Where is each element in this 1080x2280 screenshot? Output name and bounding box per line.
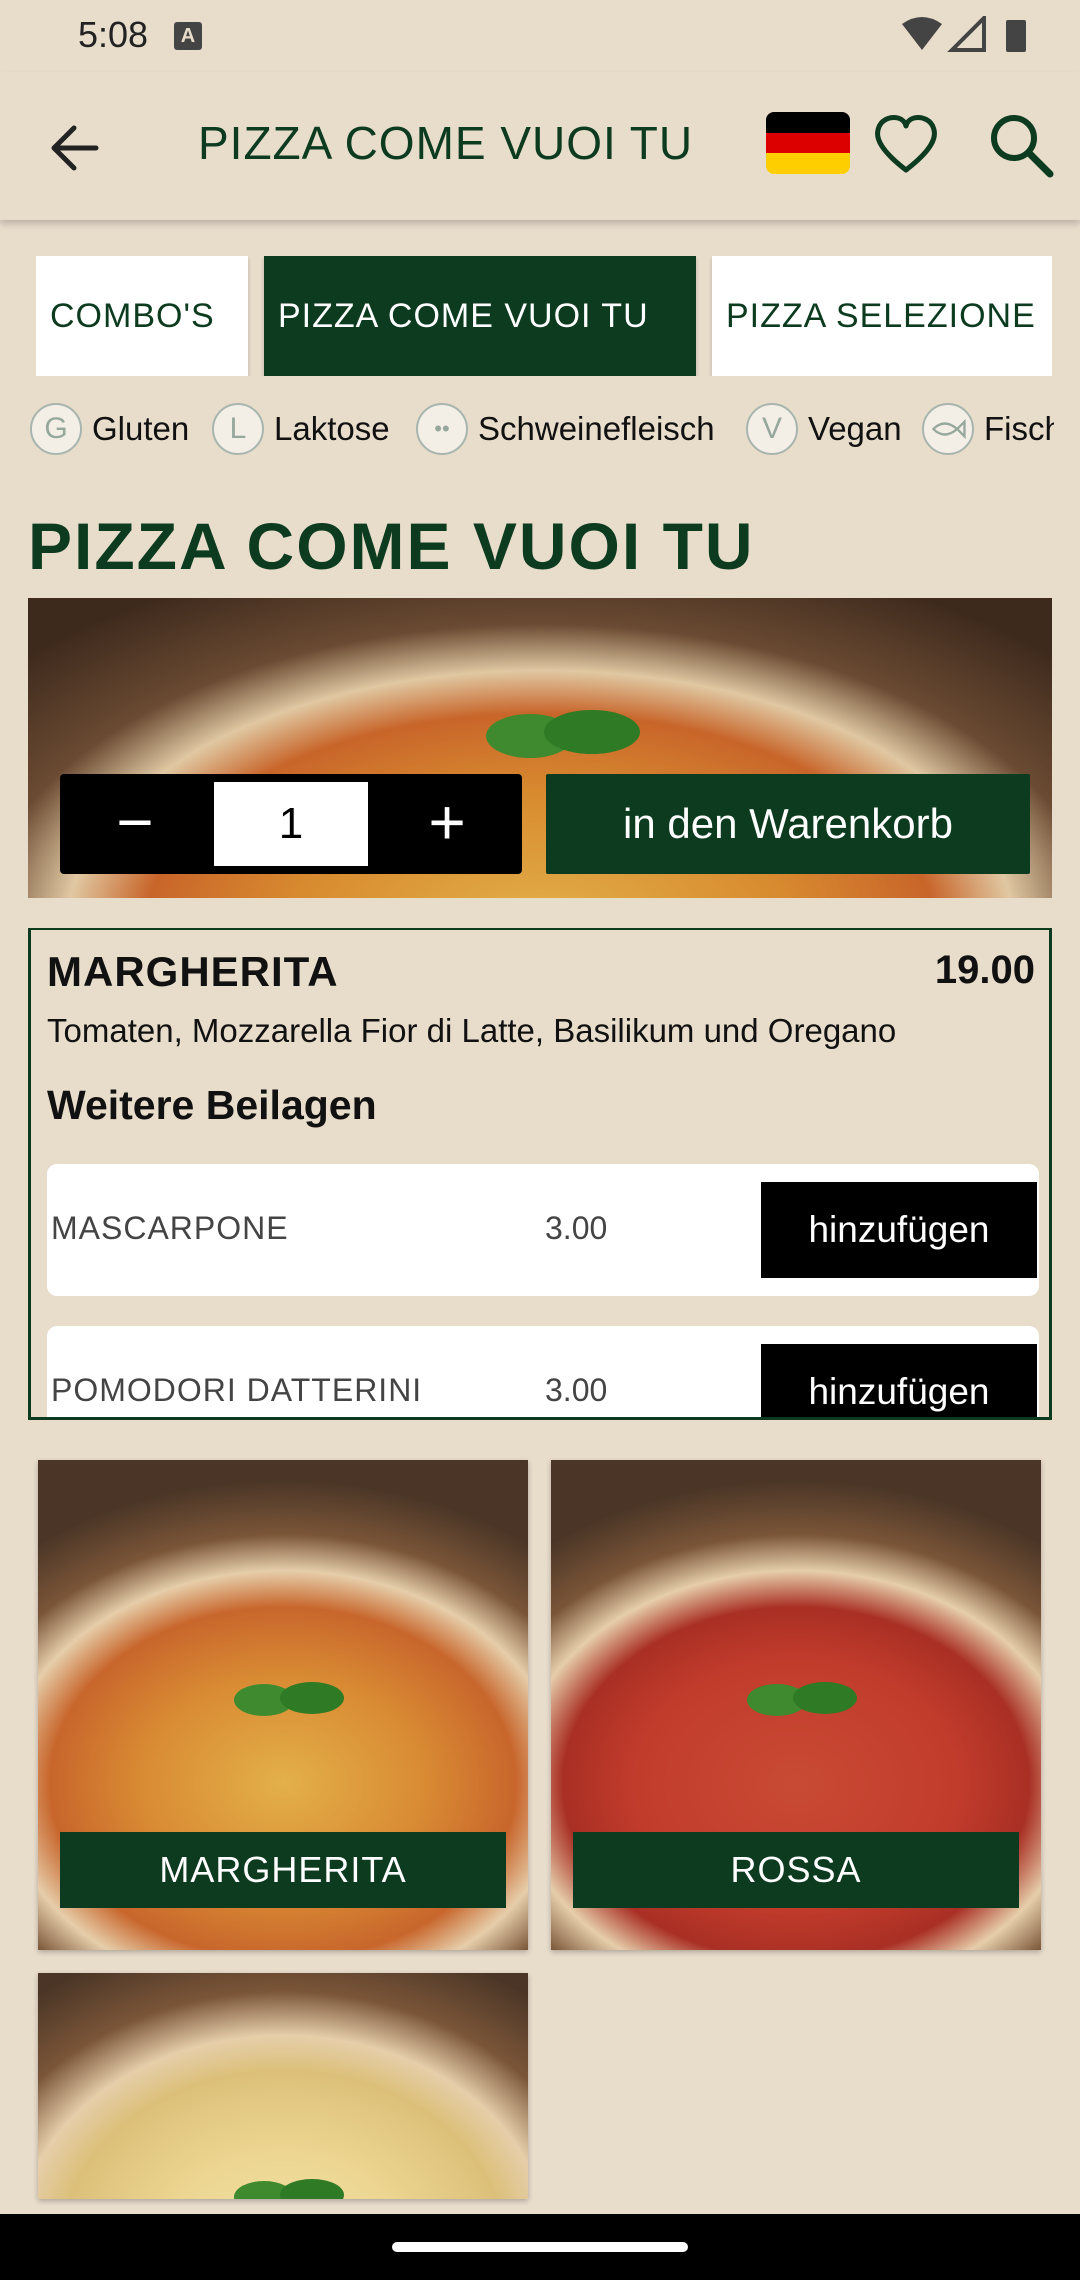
tab-combos[interactable]: COMBO'S — [36, 256, 248, 376]
status-time: 5:08 — [78, 14, 149, 55]
legend-label: Gluten — [92, 410, 190, 447]
legend-label: Schweinefleisch — [478, 410, 715, 447]
section-title: PIZZA COME VUOI TU — [28, 509, 755, 583]
quantity-stepper: − 1 + — [60, 774, 522, 874]
allergen-legend: G Gluten L Laktose •• Schweinefleisch V … — [30, 400, 1054, 458]
lactose-badge-icon: L — [212, 403, 264, 455]
legend-item-fisch: Fisch — [922, 400, 1054, 458]
product-tile-margherita[interactable]: MARGHERITA — [38, 1460, 528, 1950]
product-name: MARGHERITA — [47, 948, 339, 995]
legend-item-schweinefleisch: •• Schweinefleisch — [416, 400, 715, 458]
legend-label: Laktose — [274, 410, 390, 447]
home-handle[interactable] — [392, 2242, 688, 2252]
extra-row: MASCARPONE 3.00 hinzufügen — [47, 1164, 1039, 1296]
german-flag-icon[interactable] — [766, 112, 850, 174]
search-icon[interactable] — [984, 108, 1056, 180]
app-root: 5:08 A PIZZA COME VUOI TU COMBO'S PIZZA … — [0, 0, 1080, 2280]
extras-heading: Weitere Beilagen — [47, 1082, 377, 1128]
quantity-field[interactable]: 1 — [214, 782, 368, 866]
product-description: Tomaten, Mozzarella Fior di Latte, Basil… — [47, 1012, 897, 1049]
fish-icon — [931, 418, 966, 440]
legend-item-vegan: V Vegan — [746, 400, 902, 458]
tab-pizza-come-vuoi-tu[interactable]: PIZZA COME VUOI TU — [264, 256, 696, 376]
gluten-badge-icon: G — [30, 403, 82, 455]
extra-price: 3.00 — [545, 1372, 608, 1408]
product-tile-label: ROSSA — [573, 1832, 1019, 1908]
add-extra-button[interactable]: hinzufügen — [761, 1344, 1037, 1417]
tab-pizza-selezione[interactable]: PIZZA SELEZIONE — [712, 256, 1052, 376]
app-bar: PIZZA COME VUOI TU — [0, 72, 1080, 220]
app-title: PIZZA COME VUOI TU — [198, 117, 694, 169]
extra-price: 3.00 — [545, 1210, 608, 1246]
status-icons — [902, 16, 1026, 52]
legend-label: Fisch — [984, 410, 1054, 447]
battery-icon — [1006, 20, 1026, 52]
system-nav-bar — [0, 2214, 1080, 2280]
category-tabs: COMBO'S PIZZA COME VUOI TU PIZZA SELEZIO… — [36, 256, 1052, 376]
basil-leaves — [234, 1682, 344, 1716]
basil-leaves — [747, 1682, 857, 1716]
hero-image: − 1 + in den Warenkorb — [28, 598, 1052, 898]
add-to-cart-button[interactable]: in den Warenkorb — [546, 774, 1030, 874]
product-price: 19.00 — [934, 948, 1035, 992]
legend-item-laktose: L Laktose — [212, 400, 390, 458]
pork-badge-icon: •• — [416, 403, 468, 455]
legend-item-gluten: G Gluten — [30, 400, 189, 458]
extra-row: POMODORI DATTERINI 3.00 hinzufügen — [47, 1326, 1039, 1417]
add-extra-button[interactable]: hinzufügen — [761, 1182, 1037, 1278]
legend-label: Vegan — [808, 410, 902, 447]
fish-badge-icon — [922, 403, 974, 455]
basil-leaves — [234, 2179, 344, 2199]
product-tile[interactable] — [38, 1973, 528, 2199]
decrement-button[interactable]: − — [60, 774, 210, 874]
basil-leaves — [486, 710, 640, 758]
product-detail-card: MARGHERITA 19.00 Tomaten, Mozzarella Fio… — [28, 928, 1052, 1420]
arrow-left-icon[interactable] — [40, 112, 112, 184]
extra-name: POMODORI DATTERINI — [51, 1372, 423, 1408]
notification-icon: A — [174, 22, 202, 50]
heart-outline-icon[interactable] — [870, 108, 942, 180]
product-tile-label: MARGHERITA — [60, 1832, 506, 1908]
product-tile-rossa[interactable]: ROSSA — [551, 1460, 1041, 1950]
extra-name: MASCARPONE — [51, 1210, 289, 1246]
status-bar: 5:08 A — [0, 0, 1080, 72]
cell-signal-icon — [947, 16, 986, 52]
wifi-icon — [902, 17, 942, 50]
increment-button[interactable]: + — [372, 774, 522, 874]
vegan-badge-icon: V — [746, 403, 798, 455]
